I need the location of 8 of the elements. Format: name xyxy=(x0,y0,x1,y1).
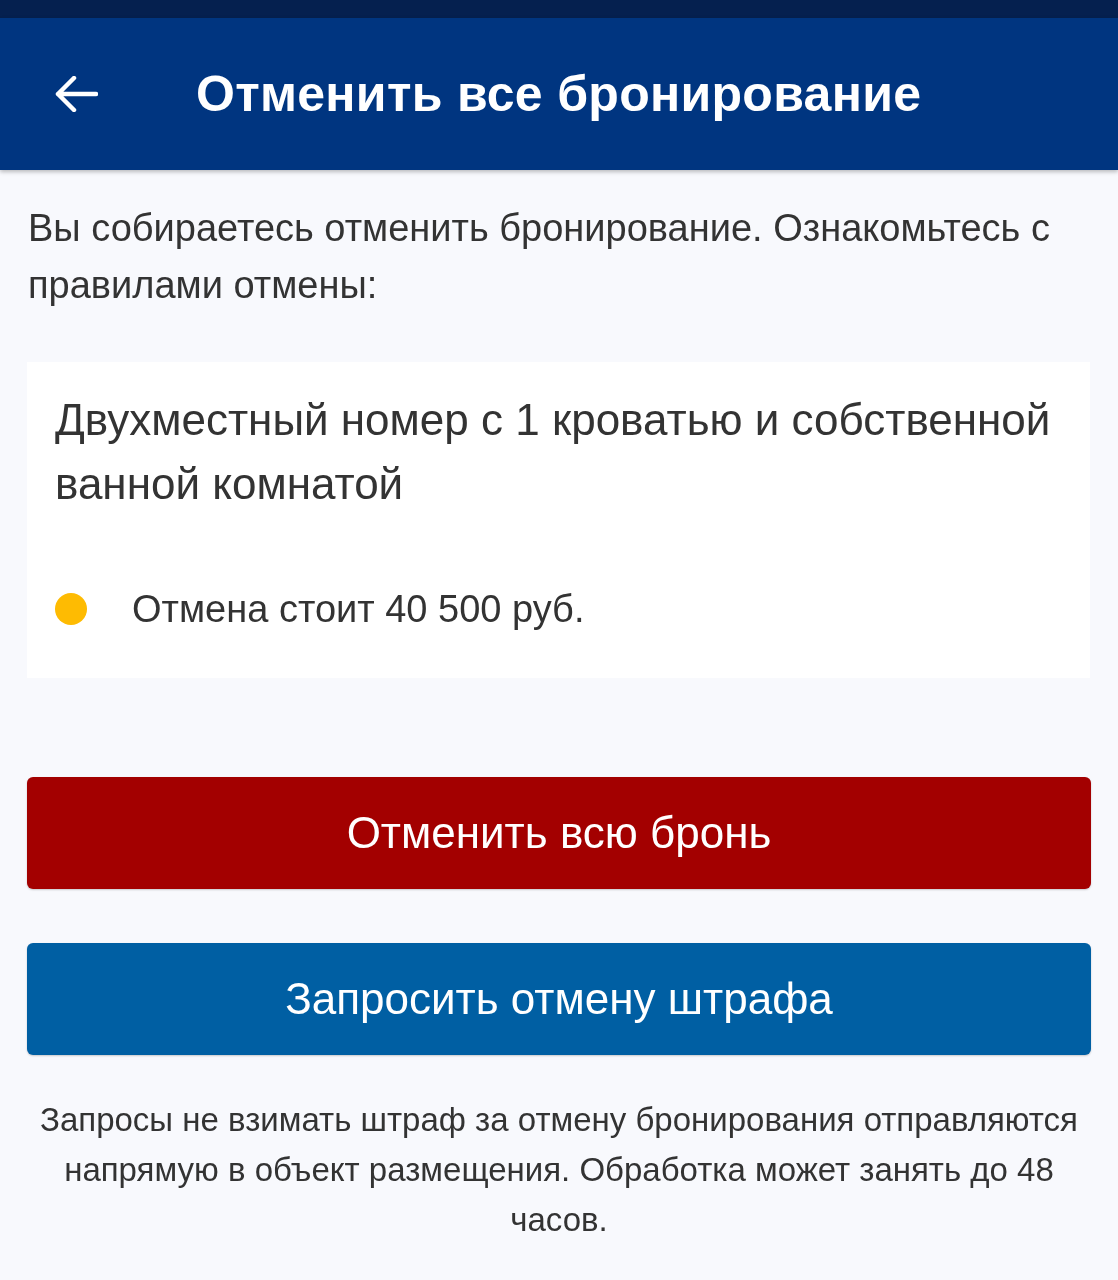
cancel-booking-button[interactable]: Отменить всю бронь xyxy=(27,777,1091,889)
back-arrow-icon[interactable] xyxy=(54,76,98,112)
page-title: Отменить все бронирование xyxy=(196,65,922,123)
policy-text: Отмена стоит 40 500 руб. xyxy=(132,588,585,630)
room-name: Двухместный номер с 1 кроватью и собственной ванной комнатой xyxy=(55,394,1052,510)
intro-text: Вы собираетесь отменить бронирование. Ознакомьтесь с правилами отмены: xyxy=(27,206,1051,308)
request-waiver-button[interactable]: Запросить отмену штрафа xyxy=(27,943,1091,1055)
note-text: Запросы не взимать штраф за отмену бронирования отправляются напрямую в объект размещения. Обработка может занять до 48 часов. xyxy=(39,1100,1079,1240)
